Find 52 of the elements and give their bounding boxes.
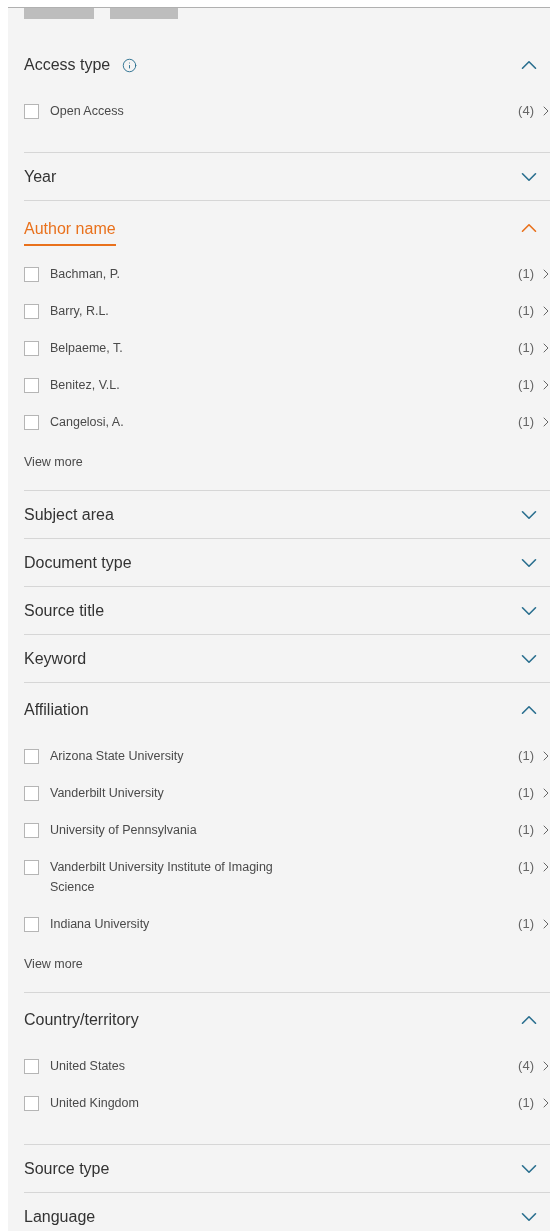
checkbox[interactable] xyxy=(24,822,39,838)
filter-option-label: Benitez, V.L. xyxy=(50,376,120,394)
section-heading[interactable]: Year xyxy=(24,165,57,188)
section-heading[interactable]: Subject area xyxy=(24,503,114,526)
result-count: (1) xyxy=(518,820,534,839)
info-icon[interactable] xyxy=(122,57,138,73)
section-heading[interactable]: Document type xyxy=(24,551,132,574)
result-count: (1) xyxy=(518,375,534,394)
checkbox[interactable] xyxy=(24,377,39,393)
checkbox[interactable] xyxy=(24,103,39,119)
checkbox[interactable] xyxy=(24,785,39,801)
result-count: (1) xyxy=(518,746,534,765)
checkbox[interactable] xyxy=(24,916,39,932)
section-heading[interactable]: Language xyxy=(24,1205,96,1228)
checkbox[interactable] xyxy=(24,748,39,764)
checkbox[interactable] xyxy=(24,340,39,356)
result-count: (4) xyxy=(518,1056,534,1075)
section-heading[interactable]: Affiliation xyxy=(24,699,89,721)
section-heading[interactable]: Source type xyxy=(24,1157,110,1180)
filter-option-label: Bachman, P. xyxy=(50,265,120,283)
result-count: (1) xyxy=(518,914,534,933)
result-count: (1) xyxy=(518,264,534,283)
section-heading[interactable]: Country/territory xyxy=(24,1009,139,1031)
result-count: (1) xyxy=(518,1093,534,1112)
filter-option-label: Open Access xyxy=(50,102,124,120)
checkbox[interactable] xyxy=(24,303,39,319)
filter-option-label: Vanderbilt University Institute of Imaging Science xyxy=(50,858,274,896)
filter-option-label: United Kingdom xyxy=(50,1094,139,1112)
section-heading[interactable]: Source title xyxy=(24,599,105,622)
view-more-link[interactable]: View more xyxy=(24,954,83,974)
result-count: (1) xyxy=(518,783,534,802)
checkbox[interactable] xyxy=(24,266,39,282)
filter-option-label: Cangelosi, A. xyxy=(50,413,124,431)
checkbox[interactable] xyxy=(24,859,39,875)
result-count: (1) xyxy=(518,412,534,431)
filter-option-label: University of Pennsylvania xyxy=(50,821,197,839)
filter-option-label: Barry, R.L. xyxy=(50,302,109,320)
result-count: (1) xyxy=(518,857,534,876)
checkbox[interactable] xyxy=(24,1095,39,1111)
view-more-link[interactable]: View more xyxy=(24,452,83,472)
result-count: (4) xyxy=(518,101,534,120)
filter-option-label: United States xyxy=(50,1057,126,1075)
filter-option-label: Vanderbilt University xyxy=(50,784,164,802)
filter-option-label: Belpaeme, T. xyxy=(50,339,123,357)
filter-option-label: Indiana University xyxy=(50,915,150,933)
result-count: (1) xyxy=(518,338,534,357)
filter-option-label: Arizona State University xyxy=(50,747,184,765)
checkbox[interactable] xyxy=(24,1058,39,1074)
result-count: (1) xyxy=(518,301,534,320)
section-heading[interactable]: Access type xyxy=(24,54,111,76)
section-heading[interactable]: Keyword xyxy=(24,647,87,670)
checkbox[interactable] xyxy=(24,414,39,430)
